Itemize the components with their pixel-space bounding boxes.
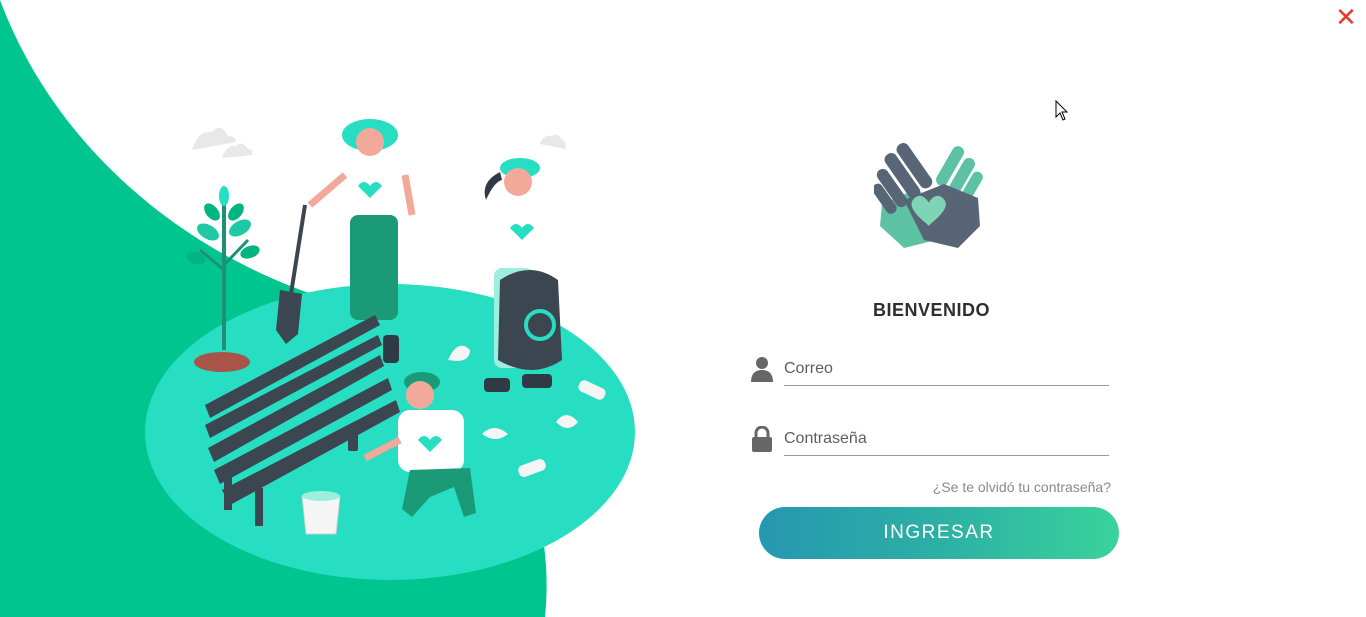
login-form: BIENVENIDO ¿Se te olvidó tu contraseña? …	[740, 130, 1140, 570]
page-title: BIENVENIDO	[872, 300, 991, 320]
mouse-cursor-icon	[1055, 100, 1069, 121]
volunteers-illustration	[0, 0, 635, 617]
forgot-password-link[interactable]: ¿Se te olvidó tu contraseña?	[933, 479, 1111, 495]
bucket-icon	[301, 491, 341, 535]
volunteer-with-bag	[484, 158, 562, 392]
email-input[interactable]	[784, 352, 1109, 386]
lock-icon	[752, 426, 772, 452]
user-icon	[751, 357, 773, 382]
helping-hands-heart-icon	[874, 143, 983, 248]
login-button[interactable]: INGRESAR	[759, 507, 1119, 559]
close-icon[interactable]: ✕	[1334, 5, 1358, 31]
password-field-group	[750, 422, 1111, 456]
email-field-group	[750, 352, 1111, 386]
password-input[interactable]	[784, 422, 1109, 456]
